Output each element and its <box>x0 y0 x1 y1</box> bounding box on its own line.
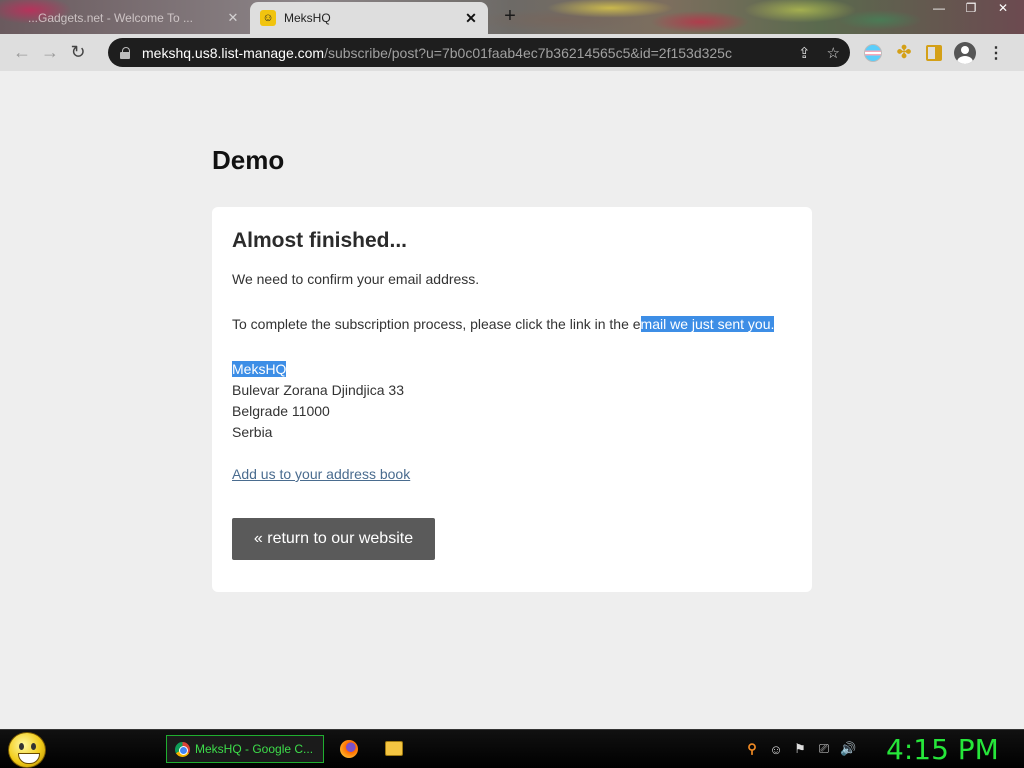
maximize-icon[interactable]: ❐ <box>964 1 978 15</box>
extensions-puzzle-icon[interactable]: ✤ <box>894 42 914 63</box>
url-path: /subscribe/post?u=7b0c01faab4ec7b3621456… <box>324 44 732 61</box>
address-bar[interactable]: mekshq.us8.list-manage.com/subscribe/pos… <box>108 38 850 67</box>
forward-arrow-icon[interactable]: → <box>36 39 64 67</box>
chrome-icon <box>175 741 190 757</box>
selected-text: mail we just sent you. <box>640 316 775 332</box>
system-tray: ⚲ ☺ ⚑ ⎚ 🔊 <box>744 739 856 759</box>
return-to-website-button[interactable]: « return to our website <box>232 518 435 560</box>
confirmation-card: Almost finished... We need to confirm yo… <box>212 207 812 592</box>
kebab-menu-icon[interactable]: ⋮ <box>988 43 1004 63</box>
search-tray-icon[interactable]: ⚲ <box>744 741 760 757</box>
confirm-message: We need to confirm your email address. <box>232 271 480 287</box>
profile-avatar-icon[interactable] <box>954 41 976 64</box>
folder-icon[interactable] <box>385 741 403 756</box>
window-controls: — ❐ ✕ <box>932 0 1010 16</box>
network-tray-icon[interactable]: ⎚ <box>816 741 832 757</box>
volume-tray-icon[interactable]: 🔊 <box>840 741 856 757</box>
minimize-icon[interactable]: — <box>932 1 946 15</box>
flag-extension-icon[interactable] <box>864 43 882 62</box>
add-to-address-book-link[interactable]: Add us to your address book <box>232 466 410 482</box>
address-country: Serbia <box>232 424 273 440</box>
extension-area: ✤ ⋮ <box>864 34 1004 71</box>
new-tab-plus-icon[interactable]: + <box>500 6 520 27</box>
address-name: MeksHQ <box>232 361 287 377</box>
start-smiley-icon[interactable] <box>8 732 46 768</box>
tab-close-icon[interactable]: ✕ <box>226 10 240 26</box>
instruction-text: To complete the subscription process, pl… <box>232 316 641 332</box>
url-text[interactable]: mekshq.us8.list-manage.com/subscribe/pos… <box>142 45 732 61</box>
clock[interactable]: 4:15 PM <box>886 733 999 766</box>
task-title: MeksHQ - Google C... <box>195 742 314 756</box>
taskbar: MeksHQ - Google C... ⚲ ☺ ⚑ ⎚ 🔊 4:15 PM <box>0 729 1024 768</box>
share-icon[interactable]: ⇪ <box>798 44 811 62</box>
tab-strip: ...Gadgets.net - Welcome To ... ✕ ☺ Meks… <box>0 0 1024 34</box>
bookmark-star-icon[interactable]: ☆ <box>827 44 840 62</box>
taskbar-chrome-window[interactable]: MeksHQ - Google C... <box>166 735 324 763</box>
window-close-icon[interactable]: ✕ <box>996 1 1010 15</box>
emoji-tray-icon[interactable]: ☺ <box>768 742 784 757</box>
lock-icon[interactable] <box>120 46 130 59</box>
tab-title: ...Gadgets.net - Welcome To ... <box>28 11 193 25</box>
side-panel-icon[interactable] <box>926 44 942 61</box>
flag-tray-icon[interactable]: ⚑ <box>792 741 808 757</box>
instruction-message: To complete the subscription process, pl… <box>232 316 775 332</box>
selected-company-name: MeksHQ <box>232 361 287 377</box>
reload-icon[interactable]: ↻ <box>64 39 92 67</box>
url-host: mekshq.us8.list-manage.com <box>142 44 325 61</box>
page-title: Demo <box>212 145 285 175</box>
tab-close-icon[interactable]: ✕ <box>464 10 478 27</box>
tab-active[interactable]: ☺ MeksHQ ✕ <box>250 2 488 34</box>
omnibox-actions: ⇪ ☆ <box>798 38 840 67</box>
browser-toolbar: ← → ↻ mekshq.us8.list-manage.com/subscri… <box>0 34 1024 71</box>
mailchimp-favicon-icon: ☺ <box>260 10 276 26</box>
firefox-icon[interactable] <box>340 740 358 758</box>
tab-title: MeksHQ <box>284 11 331 25</box>
address-city: Belgrade 11000 <box>232 403 330 419</box>
address-street: Bulevar Zorana Djindjica 33 <box>232 382 404 398</box>
page-content: Demo Almost finished... We need to confi… <box>0 71 1024 729</box>
card-heading: Almost finished... <box>232 229 408 252</box>
back-arrow-icon[interactable]: ← <box>8 39 36 67</box>
tab-inactive[interactable]: ...Gadgets.net - Welcome To ... ✕ <box>14 2 250 34</box>
